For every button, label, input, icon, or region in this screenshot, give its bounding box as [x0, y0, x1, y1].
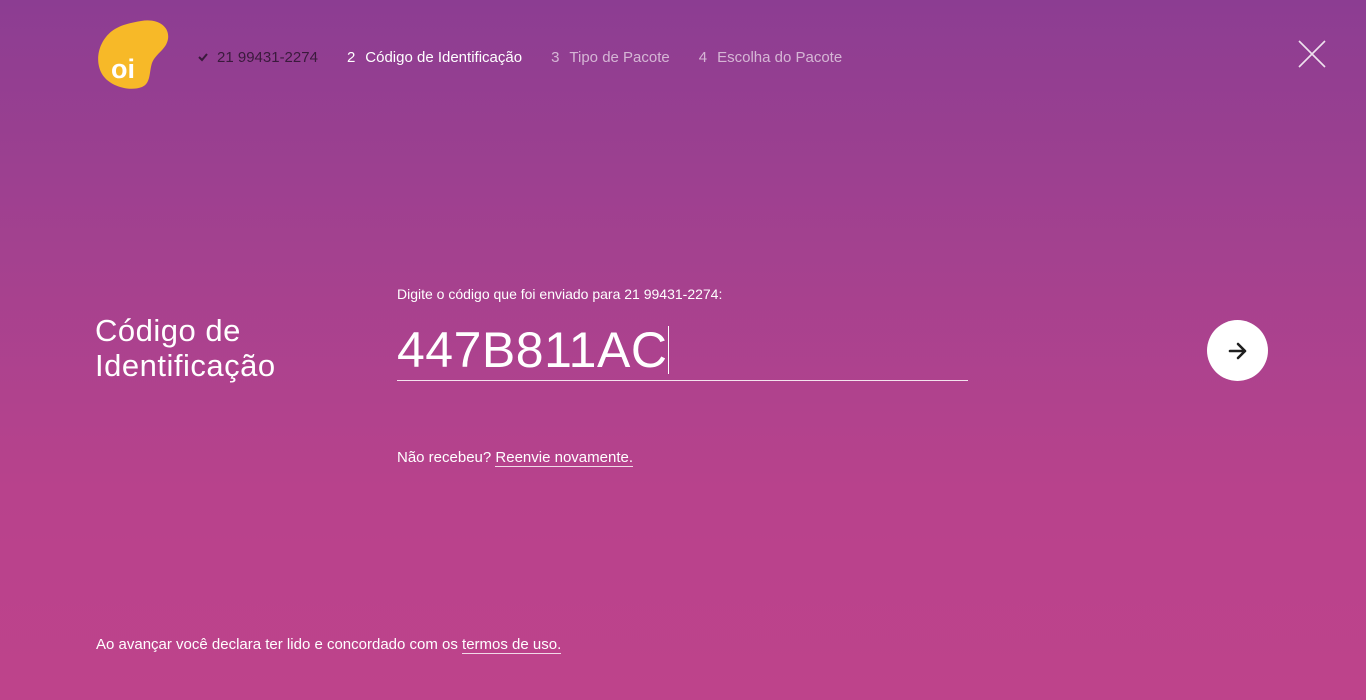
code-value: 447B811AC: [397, 322, 668, 378]
next-button[interactable]: [1207, 320, 1268, 381]
code-field[interactable]: 447B811AC: [397, 320, 968, 381]
step-number: 2: [346, 48, 356, 66]
step-label: Código de Identificação: [365, 48, 523, 66]
step-label: Escolha do Pacote: [717, 48, 843, 66]
arrow-right-icon: [1228, 342, 1246, 359]
terms-link[interactable]: termos de uso.: [462, 636, 562, 654]
logo-text: oi: [111, 54, 135, 84]
terms-notice: Ao avançar você declara ter lido e conco…: [96, 636, 562, 654]
step-phone[interactable]: 21 99431-2274: [197, 49, 318, 66]
step-package-choice: 4 Escolha do Pacote: [699, 49, 842, 66]
close-icon: [1298, 40, 1326, 68]
step-package-type: 3 Tipo de Pacote: [551, 49, 670, 66]
step-number: 4: [698, 48, 708, 66]
step-label: 21 99431-2274: [217, 48, 318, 66]
check-icon: [197, 51, 209, 63]
code-input[interactable]: 447B811AC: [397, 322, 670, 378]
oi-logo-icon: oi: [98, 20, 169, 89]
oi-logo[interactable]: oi: [97, 19, 169, 89]
text-caret: [668, 326, 670, 374]
resend-text: Não recebeu?: [397, 449, 496, 466]
step-label: Tipo de Pacote: [569, 48, 670, 66]
page-title: Código de Identificação: [95, 313, 276, 383]
close-button[interactable]: [1296, 38, 1328, 70]
terms-text: Ao avançar você declara ter lido e conco…: [96, 636, 463, 653]
resend-line: Não recebeu? Reenvie novamente.: [397, 449, 633, 467]
progress-steps: 21 99431-2274 2 Código de Identificação …: [197, 47, 871, 67]
resend-link[interactable]: Reenvie novamente.: [495, 449, 633, 467]
code-prompt: Digite o código que foi enviado para 21 …: [397, 286, 723, 302]
step-number: 3: [551, 48, 560, 66]
step-identification-code: 2 Código de Identificação: [347, 49, 522, 66]
